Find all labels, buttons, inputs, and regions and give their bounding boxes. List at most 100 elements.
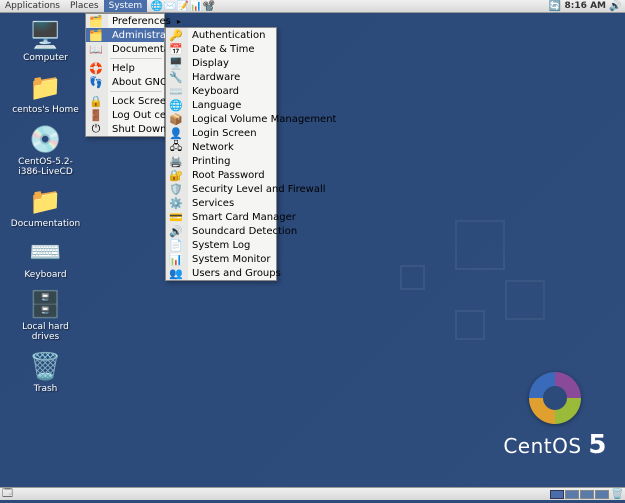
top-panel: Applications Places System 🌐 ✉️ 📝 📊 📽️ 🔄… <box>0 0 625 13</box>
authentication-icon: 🔑 <box>169 28 183 42</box>
services-icon: ⚙️ <box>169 196 183 210</box>
menu-item-preferences[interactable]: 🗂️Preferences▸ <box>86 14 164 28</box>
trash-applet-icon[interactable]: 🗑️ <box>612 489 623 500</box>
admin-item-hardware[interactable]: 🔧Hardware <box>166 70 276 84</box>
admin-item-login-screen[interactable]: 👤Login Screen <box>166 126 276 140</box>
admin-item-smartcard[interactable]: 💳Smart Card Manager <box>166 210 276 224</box>
security-icon: 🛡️ <box>169 182 183 196</box>
workspace-2[interactable] <box>565 490 579 499</box>
menu-separator <box>110 58 162 59</box>
shutdown-icon: ⏻ <box>89 122 103 136</box>
admin-item-root-password[interactable]: 🔐 Root Password <box>166 168 276 182</box>
bottom-panel: 🗔 🗑️ <box>0 487 625 500</box>
admin-item-soundcard[interactable]: 🔊Soundcard Detection <box>166 224 276 238</box>
admin-item-display[interactable]: 🖥️Display <box>166 56 276 70</box>
menu-item-documentation[interactable]: 📖Documentation▸ <box>86 42 164 56</box>
show-desktop-button[interactable]: 🗔 <box>2 489 13 500</box>
admin-item-lvm[interactable]: 📦Logical Volume Management <box>166 112 276 126</box>
desktop-icon-trash[interactable]: 🗑️ Trash <box>8 351 83 395</box>
centos-logo-text: CentOS 5 <box>503 430 607 460</box>
menu-separator <box>110 91 162 92</box>
admin-item-network[interactable]: 🖧 Network <box>166 140 276 154</box>
office-launcher-icon[interactable]: 📝 <box>177 1 188 12</box>
network-icon: 🖧 <box>169 140 183 154</box>
places-menu[interactable]: Places <box>65 0 104 12</box>
desktop-icon-livecd[interactable]: 💿CentOS-5.2-i386-LiveCD <box>8 124 83 178</box>
administration-submenu: 🔑 Authentication📅Date & Time🖥️Display🔧Har… <box>165 27 277 281</box>
admin-item-security[interactable]: 🛡️Security Level and Firewall <box>166 182 276 196</box>
desktop-icon-label: Local hard drives <box>8 323 83 343</box>
centos-mark-icon <box>529 372 581 424</box>
menu-item-label: Authentication <box>192 30 265 41</box>
computer-icon: 🖥️ <box>30 20 62 52</box>
menu-item-shutdown[interactable]: ⏻Shut Down... <box>86 122 164 136</box>
desktop-icon-keyboard[interactable]: ⌨️ Keyboard <box>8 237 83 281</box>
clock[interactable]: 8:16 AM <box>565 1 606 11</box>
menu-item-label: Logical Volume Management <box>192 114 336 125</box>
submenu-arrow-icon: ▸ <box>171 17 181 26</box>
documentation-icon: 📁 <box>30 186 62 218</box>
menu-item-label: Keyboard <box>192 86 239 97</box>
root-password-icon: 🔐 <box>169 168 183 182</box>
menu-item-label: System Monitor <box>192 254 270 265</box>
menu-item-label: Language <box>192 100 241 111</box>
desktop-icon-label: Documentation <box>11 220 80 230</box>
menu-item-label: Login Screen <box>192 128 257 139</box>
volume-icon[interactable]: 🔊 <box>610 1 621 12</box>
administration-icon: 🗂️ <box>89 28 103 42</box>
menu-item-label: Users and Groups <box>192 268 281 279</box>
desktop-icon-label: Keyboard <box>24 271 66 281</box>
admin-item-printing[interactable]: 🖨️Printing <box>166 154 276 168</box>
workspace-4[interactable] <box>595 490 609 499</box>
menu-item-help[interactable]: 🛟Help <box>86 61 164 75</box>
about-icon: 👣 <box>89 75 103 89</box>
admin-item-services[interactable]: ⚙️ Services <box>166 196 276 210</box>
spreadsheet-launcher-icon[interactable]: 📊 <box>190 1 201 12</box>
menu-item-label: Root Password <box>192 170 265 181</box>
hardware-icon: 🔧 <box>169 70 183 84</box>
menu-item-label: Smart Card Manager <box>192 212 296 223</box>
menu-item-label: Services <box>192 198 234 209</box>
admin-item-users[interactable]: 👥Users and Groups <box>166 266 276 280</box>
desktop-icon-local-drives[interactable]: 🗄️Local hard drives <box>8 289 83 343</box>
system-menu: 🗂️Preferences▸🗂️Administration▸📖Document… <box>85 13 165 137</box>
menu-item-label: Network <box>192 142 234 153</box>
update-notifier-icon[interactable]: 🔄 <box>550 1 561 12</box>
home-icon: 📁 <box>30 72 62 104</box>
desktop-icon-home[interactable]: 📁centos's Home <box>8 72 83 116</box>
admin-item-language[interactable]: 🌐 Language <box>166 98 276 112</box>
admin-item-datetime[interactable]: 📅Date & Time <box>166 42 276 56</box>
desktop-icon-label: Trash <box>34 385 58 395</box>
desktop-icon-computer[interactable]: 🖥️Computer <box>8 20 83 64</box>
workspace-3[interactable] <box>580 490 594 499</box>
keyboard-icon: ⌨️ <box>169 84 183 98</box>
menu-item-logout[interactable]: 🚪Log Out centos... <box>86 108 164 122</box>
admin-item-syslog[interactable]: 📄System Log <box>166 238 276 252</box>
admin-item-keyboard[interactable]: ⌨️ Keyboard <box>166 84 276 98</box>
display-icon: 🖥️ <box>169 56 183 70</box>
applications-menu[interactable]: Applications <box>0 0 65 12</box>
local-drives-icon: 🗄️ <box>30 289 62 321</box>
printing-icon: 🖨️ <box>169 154 183 168</box>
logo-name: CentOS <box>503 434 588 458</box>
smartcard-icon: 💳 <box>169 210 183 224</box>
menu-item-label: Soundcard Detection <box>192 226 297 237</box>
admin-item-authentication[interactable]: 🔑 Authentication <box>166 28 276 42</box>
trash-icon: 🗑️ <box>30 351 62 383</box>
menu-item-lock[interactable]: 🔒Lock Screen <box>86 94 164 108</box>
presentation-launcher-icon[interactable]: 📽️ <box>203 1 214 12</box>
workspace-1[interactable] <box>550 490 564 499</box>
livecd-icon: 💿 <box>30 124 62 156</box>
language-icon: 🌐 <box>169 98 183 112</box>
preferences-icon: 🗂️ <box>89 14 103 28</box>
menu-item-administration[interactable]: 🗂️Administration▸ <box>86 28 164 42</box>
admin-item-sysmon[interactable]: 📊System Monitor <box>166 252 276 266</box>
desktop-icons-area: 🖥️Computer 📁centos's Home 💿CentOS-5.2-i386… <box>8 20 83 395</box>
menu-item-about[interactable]: 👣About GNOME <box>86 75 164 89</box>
centos-logo: CentOS 5 <box>503 372 607 460</box>
browser-launcher-icon[interactable]: 🌐 <box>151 1 162 12</box>
mail-launcher-icon[interactable]: ✉️ <box>164 1 175 12</box>
desktop-icon-documentation[interactable]: 📁 Documentation <box>8 186 83 230</box>
system-menu-button[interactable]: System <box>104 0 148 12</box>
keyboard-icon: ⌨️ <box>30 237 62 269</box>
